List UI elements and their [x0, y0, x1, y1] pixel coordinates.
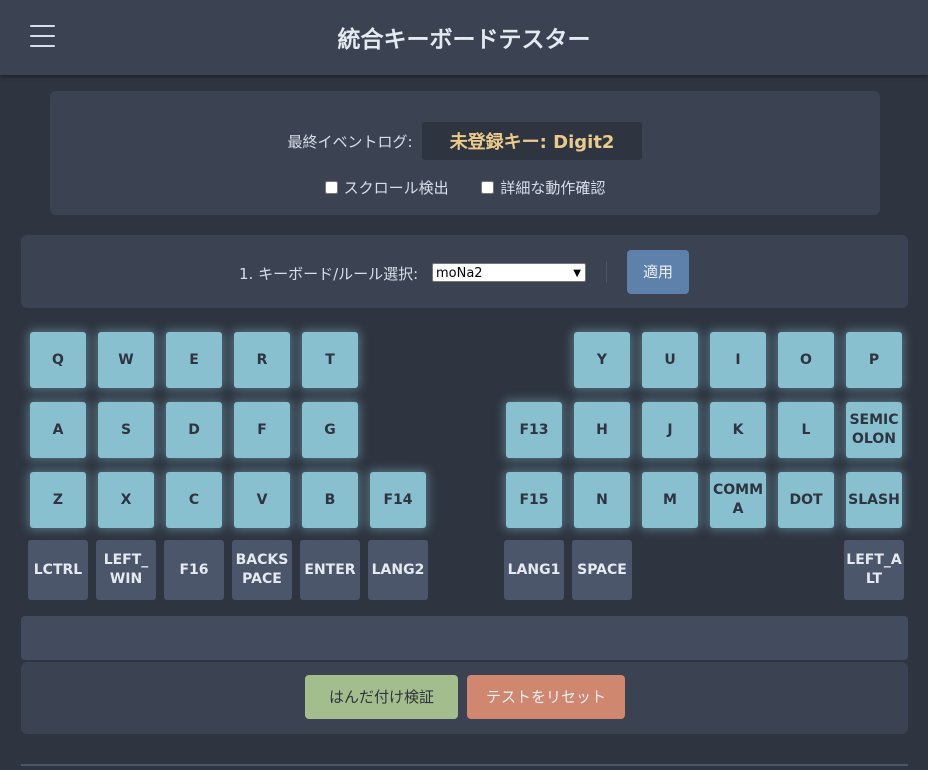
key-slash[interactable]: SLASH — [846, 472, 902, 528]
detailed-check-option[interactable]: 詳細な動作確認 — [481, 177, 605, 198]
key-d[interactable]: D — [166, 402, 222, 458]
key-i[interactable]: I — [710, 332, 766, 388]
key-x[interactable]: X — [98, 472, 154, 528]
key-space[interactable]: SPACE — [572, 540, 632, 600]
key-lang2[interactable]: LANG2 — [368, 540, 428, 600]
key-z[interactable]: Z — [30, 472, 86, 528]
key-f13[interactable]: F13 — [506, 402, 562, 458]
key-n[interactable]: N — [574, 472, 630, 528]
key-b[interactable]: B — [302, 472, 358, 528]
keyboard-select-dropdown[interactable]: moNa2 ▼ — [432, 263, 586, 282]
page-title: 統合キーボードテスター — [337, 27, 591, 53]
detailed-check-label: 詳細な動作確認 — [500, 179, 606, 197]
keyboard-select-panel: 1. キーボード/ルール選択: moNa2 ▼ 適用 — [21, 235, 908, 308]
key-h[interactable]: H — [574, 402, 630, 458]
divider — [21, 764, 908, 766]
keyboard-select-label: 1. キーボード/ルール選択: — [239, 265, 419, 283]
key-j[interactable]: J — [642, 402, 698, 458]
options-row: スクロール検出 詳細な動作確認 — [50, 177, 880, 198]
key-o[interactable]: O — [778, 332, 834, 388]
key-left-win[interactable]: LEFT_WIN — [96, 540, 156, 600]
key-s[interactable]: S — [98, 402, 154, 458]
scroll-detect-option[interactable]: スクロール検出 — [324, 177, 449, 198]
event-log-value: 未登録キー: Digit2 — [421, 122, 643, 160]
key-f16[interactable]: F16 — [164, 540, 224, 600]
key-u[interactable]: U — [642, 332, 698, 388]
scroll-detect-checkbox[interactable] — [324, 181, 338, 194]
key-t[interactable]: T — [302, 332, 358, 388]
key-r[interactable]: R — [234, 332, 290, 388]
key-f[interactable]: F — [234, 402, 290, 458]
key-semicolon[interactable]: SEMICOLON — [846, 402, 902, 458]
keyboard-select-value: moNa2 — [436, 266, 483, 281]
key-g[interactable]: G — [302, 402, 358, 458]
event-log-panel: 最終イベントログ: 未登録キー: Digit2 スクロール検出 詳細な動作確認 — [50, 91, 880, 215]
key-k[interactable]: K — [710, 402, 766, 458]
key-lang1[interactable]: LANG1 — [504, 540, 564, 600]
top-bar: 統合キーボードテスター — [0, 0, 928, 75]
key-backspace[interactable]: BACKSPACE — [232, 540, 292, 600]
detailed-check-checkbox[interactable] — [481, 181, 495, 194]
key-left-alt[interactable]: LEFT_ALT — [844, 540, 904, 600]
solder-check-button[interactable]: はんだ付け検証 — [305, 675, 458, 719]
key-e[interactable]: E — [166, 332, 222, 388]
status-strip — [21, 616, 908, 660]
key-comma[interactable]: COMMA — [710, 472, 766, 528]
key-p[interactable]: P — [846, 332, 902, 388]
key-a[interactable]: A — [30, 402, 86, 458]
divider — [606, 261, 607, 283]
key-f15[interactable]: F15 — [506, 472, 562, 528]
key-y[interactable]: Y — [574, 332, 630, 388]
event-log-label: 最終イベントログ: — [287, 132, 413, 151]
scroll-detect-label: スクロール検出 — [343, 179, 449, 197]
reset-test-button[interactable]: テストをリセット — [467, 675, 625, 719]
key-f14[interactable]: F14 — [370, 472, 426, 528]
key-c[interactable]: C — [166, 472, 222, 528]
key-v[interactable]: V — [234, 472, 290, 528]
apply-button[interactable]: 適用 — [627, 250, 689, 294]
chevron-down-icon: ▼ — [573, 268, 581, 279]
key-w[interactable]: W — [98, 332, 154, 388]
key-enter[interactable]: ENTER — [300, 540, 360, 600]
event-log-row: 最終イベントログ: 未登録キー: Digit2 — [50, 122, 880, 160]
key-m[interactable]: M — [642, 472, 698, 528]
key-dot[interactable]: DOT — [778, 472, 834, 528]
key-q[interactable]: Q — [30, 332, 86, 388]
actions-panel: はんだ付け検証 テストをリセット — [21, 662, 908, 734]
key-lctrl[interactable]: LCTRL — [28, 540, 88, 600]
key-l[interactable]: L — [778, 402, 834, 458]
